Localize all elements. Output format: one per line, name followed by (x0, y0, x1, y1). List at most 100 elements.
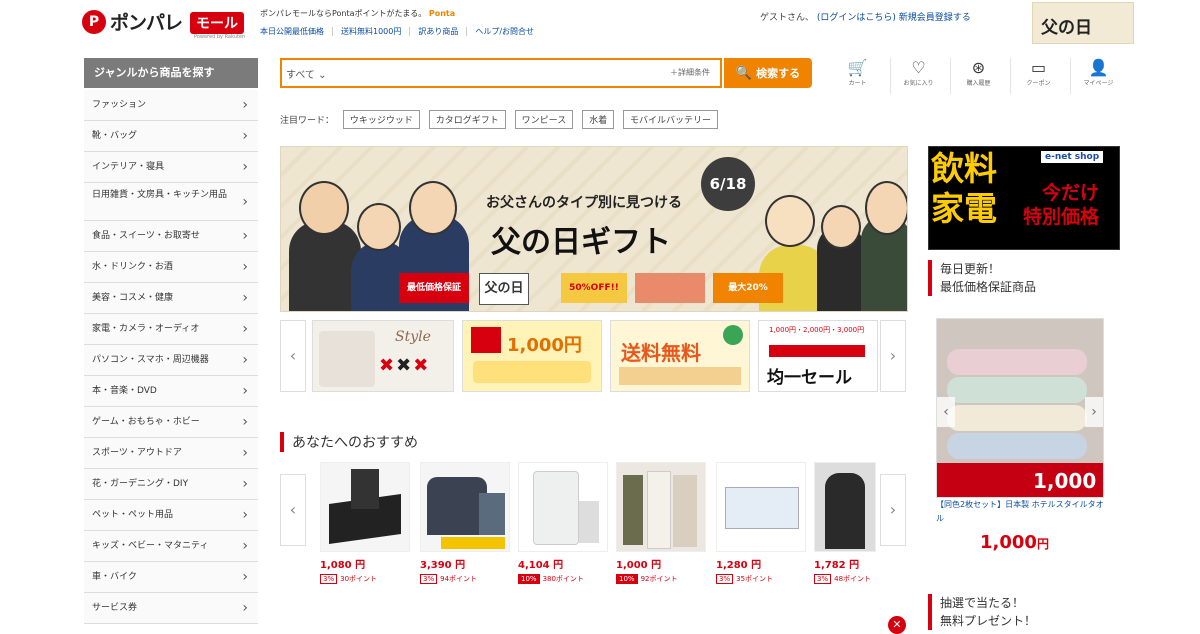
site-logo[interactable]: P ポンパレ モール Powered by Rakuten (82, 6, 252, 40)
mini-banner-flatprice[interactable]: 1,000円・2,000円・3,000円 均一セール (758, 320, 878, 392)
header-links: 本日公開最低価格 送料無料1000円 訳あり商品 ヘルプ/お問合せ (260, 26, 550, 37)
figure-2-face (357, 203, 401, 251)
genre-label: 花・ガーデニング・DIY (92, 479, 189, 489)
genre-item[interactable]: インテリア・寝具 › (84, 152, 258, 183)
recommend-next-button[interactable]: › (880, 474, 906, 546)
mini-banner-1000yen[interactable]: 1,000円 (462, 320, 602, 392)
keyword-tag[interactable]: ワンピース (514, 110, 574, 129)
drink-appliance-ad[interactable]: 飲料 家電 今だけ 特別価格 e-net shop (928, 146, 1120, 250)
point-rate-badge: 10% (518, 574, 540, 584)
genre-item[interactable]: 花・ガーデニング・DIY › (84, 469, 258, 500)
keyword-tag[interactable]: モバイルバッテリー (623, 110, 719, 129)
header-link-help[interactable]: ヘルプ/お問合せ (475, 27, 542, 36)
keyword-tag[interactable]: ウキッジウッド (342, 110, 420, 129)
carousel-next-button[interactable]: › (880, 320, 906, 392)
mini-banner-flatprice-text: 均一セール (767, 368, 852, 388)
genre-item[interactable]: 美容・コスメ・健康 › (84, 283, 258, 314)
search-category-select[interactable]: すべて ⌄ (286, 66, 326, 81)
model-shape (825, 473, 865, 549)
genre-item[interactable]: ゲーム・おもちゃ・ホビー › (84, 407, 258, 438)
fathers-day-hero-banner[interactable]: お父さんのタイプ別に見つける 父の日ギフト 6/18 最低価格保証 父の日 50… (280, 146, 908, 312)
mini-banner-flatprice-top: 1,000円・2,000円・3,000円 (769, 326, 865, 334)
genre-label: ファッション (92, 100, 147, 110)
daily-product-name[interactable]: 【同色2枚セット】日本製 ホテルスタイルタオル (936, 498, 1104, 526)
point-amount: 35ポイント (736, 575, 774, 583)
genre-item[interactable]: 本・音楽・DVD › (84, 376, 258, 407)
header-link-outlet[interactable]: 訳あり商品 (418, 27, 468, 36)
genre-item[interactable]: 靴・バッグ › (84, 121, 258, 152)
genre-item[interactable]: 家電・カメラ・オーディオ › (84, 314, 258, 345)
coupon-button[interactable]: ▭ クーポン (1010, 58, 1066, 94)
product-card[interactable]: 3,390 円 3% 94ポイント (420, 462, 510, 584)
chevron-left-icon: ‹ (289, 500, 297, 519)
close-icon[interactable]: ✕ (888, 616, 906, 634)
mini-banner-style[interactable]: Style ✖✖✖ (312, 320, 454, 392)
genre-item[interactable]: 水・ドリンク・お酒 › (84, 252, 258, 283)
daily-product-image[interactable]: 1,000 ‹ › (936, 318, 1104, 498)
product-points: 3% 30ポイント (320, 574, 408, 584)
recommend-prev-button[interactable]: ‹ (280, 474, 306, 546)
point-rate-badge: 10% (616, 574, 638, 584)
header-link-lowest[interactable]: 本日公開最低価格 (260, 27, 333, 36)
search-input[interactable] (342, 63, 646, 85)
product-image (716, 462, 806, 552)
daily-prev-icon[interactable]: ‹ (937, 397, 955, 427)
history-button[interactable]: ⊛ 購入履歴 (950, 58, 1006, 94)
header-icon-nav: 🛒 カート ♡ お気に入り ⊛ 購入履歴 ▭ クーポン 👤 マイページ (830, 58, 1132, 94)
fathers-day-top-banner[interactable]: 父の日 (1032, 2, 1134, 44)
daily-heading-line2: 最低価格保証商品 (940, 280, 1037, 294)
hero-subtitle: お父さんのタイプ別に見つける (486, 195, 682, 211)
product-card[interactable]: 1,782 円 3% 48ポイント (814, 462, 876, 584)
point-rate-badge: 3% (420, 574, 438, 584)
hero-date-badge: 6/18 (701, 157, 755, 211)
carousel-prev-button[interactable]: ‹ (280, 320, 306, 392)
lottery-line1: 抽選で当たる！ (940, 596, 1025, 610)
favorites-label: お気に入り (903, 80, 934, 87)
genre-item[interactable]: ペット・ペット用品 › (84, 500, 258, 531)
keyword-tag[interactable]: 水着 (582, 110, 615, 129)
genre-item[interactable]: キッズ・ベビー・マタニティ › (84, 531, 258, 562)
cart-button[interactable]: 🛒 カート (830, 58, 885, 94)
page: P ポンパレ モール Powered by Rakuten ポンパレモールならP… (70, 0, 1134, 634)
coat-2 (647, 471, 671, 549)
product-card[interactable]: 1,000 円 10% 92ポイント (616, 462, 706, 584)
product-card[interactable]: 1,080 円 3% 30ポイント (320, 462, 410, 584)
mini-banner-freeship[interactable]: 送料無料 (610, 320, 750, 392)
nori-package (351, 469, 379, 509)
genre-item[interactable]: 日用雑貨・文房具・キッチン用品 › (84, 183, 258, 221)
mini-banner-freeship-strip (619, 367, 741, 385)
genre-item[interactable]: サービス券 › (84, 593, 258, 624)
daily-next-icon[interactable]: › (1085, 397, 1103, 427)
header-link-freeship[interactable]: 送料無料1000円 (341, 27, 411, 36)
mypage-button[interactable]: 👤 マイページ (1070, 58, 1126, 94)
favorites-button[interactable]: ♡ お気に入り (890, 58, 946, 94)
jacket-colors (479, 493, 505, 535)
recommend-heading: あなたへのおすすめ (280, 432, 418, 452)
guest-info: ゲストさん、 (ログインはこちら) 新規会員登録する (760, 10, 971, 23)
genre-item[interactable]: スポーツ・アウトドア › (84, 438, 258, 469)
product-image (518, 462, 608, 552)
logo-sub: Powered by Rakuten (194, 34, 246, 40)
search-detail-link[interactable]: ＋詳細条件 (670, 67, 710, 78)
product-image (616, 462, 706, 552)
product-card[interactable]: 1,280 円 3% 35ポイント (716, 462, 806, 584)
chevron-right-icon: › (242, 352, 248, 368)
search-button[interactable]: 🔍 検索する (724, 58, 812, 88)
product-price: 1,782 円 (814, 560, 860, 571)
login-link[interactable]: (ログインはこちら) (817, 13, 896, 23)
point-amount: 380ポイント (542, 575, 584, 583)
register-link[interactable]: 新規会員登録する (899, 13, 971, 23)
cart-icon: 🛒 (847, 58, 868, 77)
genre-item[interactable]: 食品・スイーツ・お取寄せ › (84, 221, 258, 252)
genre-item[interactable]: パソコン・スマホ・周辺機器 › (84, 345, 258, 376)
genre-label: 家電・カメラ・オーディオ (92, 324, 200, 334)
chevron-right-icon: › (242, 228, 248, 244)
genre-item[interactable]: 車・バイク › (84, 562, 258, 593)
logo-mall-badge: モール (190, 12, 244, 34)
product-card[interactable]: 4,104 円 10% 380ポイント (518, 462, 608, 584)
genre-item[interactable]: ファッション › (84, 90, 258, 121)
genre-heading: ジャンルから商品を探す (84, 58, 258, 88)
hero-badge-fathersday: 父の日 (479, 273, 529, 305)
genre-label: キッズ・ベビー・マタニティ (92, 541, 209, 551)
keyword-tag[interactable]: カタログギフト (428, 110, 506, 129)
